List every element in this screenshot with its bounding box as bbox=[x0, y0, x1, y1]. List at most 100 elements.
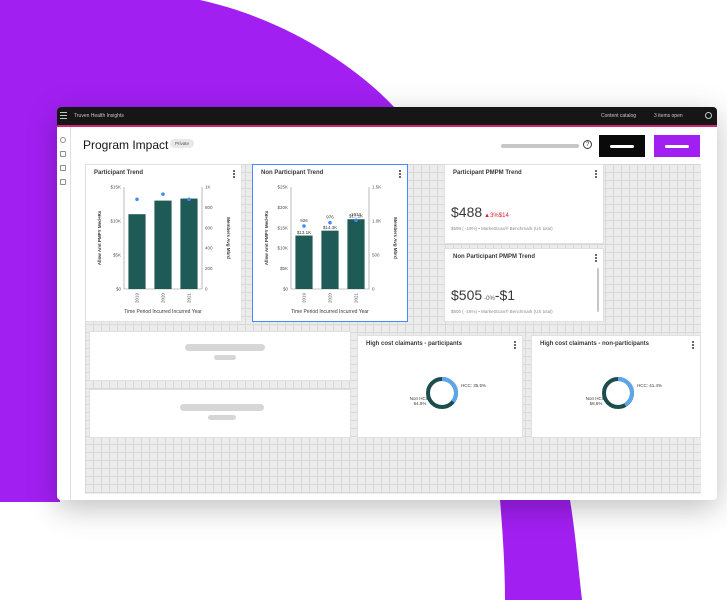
app-window: Truven Health Insights Content catalog 3… bbox=[57, 107, 717, 500]
y2-axis-label: Members Avg Mbrd bbox=[226, 217, 231, 259]
document-icon[interactable] bbox=[60, 179, 66, 185]
pmpm-delta-value: -$1 bbox=[494, 287, 516, 303]
y-tick-label: $25K bbox=[277, 185, 288, 190]
y2-tick-label: 0 bbox=[372, 287, 375, 292]
y2-tick-label: 1.0K bbox=[372, 219, 381, 224]
top-bar: Truven Health Insights Content catalog 3… bbox=[57, 107, 717, 125]
y-tick-label: $10K bbox=[110, 219, 121, 224]
card-title: Participant PMPM Trend bbox=[453, 170, 522, 176]
card-hcc-participants[interactable]: High cost claimants - participants HCC: … bbox=[357, 335, 523, 438]
data-point bbox=[354, 218, 358, 222]
y2-tick-label: 400 bbox=[205, 246, 213, 251]
point-data-label: 926 bbox=[300, 218, 308, 223]
hcc-participants-donut: HCC: 35.5%Non HCC:64.5% bbox=[410, 377, 486, 409]
benchmark-text: $598 ( -19%) • MarketScan® Benchmark (US… bbox=[451, 226, 553, 231]
card-participant-trend[interactable]: Participant Trend $0 $5K $10K $15K 0 200 400 60… bbox=[85, 164, 242, 322]
y-tick-label: $5K bbox=[113, 253, 121, 258]
home-icon[interactable] bbox=[60, 137, 66, 143]
loading-bar bbox=[214, 355, 236, 360]
main-content: Program Impact Private ? Participant Tre… bbox=[71, 127, 717, 500]
pmpm-amount: $505 bbox=[451, 287, 483, 303]
slice-label-hcc: HCC: 35.5% bbox=[461, 383, 486, 388]
items-open-link[interactable]: 3 items open bbox=[654, 113, 683, 119]
pmpm-value: $488 ▲3%$14 bbox=[451, 204, 509, 220]
card-loading-placeholder bbox=[89, 331, 351, 381]
y2-axis-label: Members Avg Mbrd bbox=[393, 217, 398, 259]
non-participant-trend-chart: $0 $5K $10K $15K $20K $25K 0 500 1.0K 1.5K 2019 $13… bbox=[264, 185, 398, 316]
overflow-menu-icon[interactable] bbox=[595, 254, 597, 263]
point-data-label: 976 bbox=[326, 215, 334, 220]
y2-tick-label: 600 bbox=[205, 225, 213, 230]
card-title: Non Participant PMPM Trend bbox=[453, 254, 536, 260]
pmpm-value: $505 -0%-$1 bbox=[451, 287, 515, 303]
primary-purple-button[interactable] bbox=[654, 135, 700, 157]
database-icon[interactable] bbox=[60, 165, 66, 171]
pmpm-delta: -0% bbox=[484, 296, 495, 302]
x-tick-label: 2020 bbox=[328, 293, 333, 304]
data-point bbox=[135, 197, 139, 202]
primary-dark-button[interactable] bbox=[599, 135, 645, 157]
card-non-participant-trend[interactable]: Non Participant Trend $0 $5K $10K $15K $20K $… bbox=[252, 164, 408, 322]
y-tick-label: $10K bbox=[277, 246, 288, 251]
loading-placeholder bbox=[501, 144, 579, 148]
x-tick-label: 2020 bbox=[161, 293, 166, 304]
overflow-menu-icon[interactable] bbox=[595, 170, 597, 179]
card-participant-pmpm[interactable]: Participant PMPM Trend $488 ▲3%$14 $598 (… bbox=[444, 164, 604, 244]
data-point bbox=[328, 220, 332, 225]
bar bbox=[180, 198, 198, 289]
y2-tick-label: 500 bbox=[372, 253, 380, 258]
bar bbox=[321, 230, 339, 289]
help-icon[interactable]: ? bbox=[583, 140, 592, 149]
point-data-label: 1013 bbox=[351, 212, 362, 217]
y-tick-label: $15K bbox=[277, 225, 288, 230]
y2-tick-label: 200 bbox=[205, 266, 213, 271]
x-tick-label: 2021 bbox=[354, 293, 359, 304]
card-hcc-non-participants[interactable]: High cost claimants - non-participants H… bbox=[531, 335, 701, 438]
data-point bbox=[187, 197, 191, 202]
bar-data-label: $14.3K bbox=[323, 225, 337, 230]
bar bbox=[128, 214, 146, 289]
y-tick-label: $0 bbox=[116, 287, 122, 292]
slice-label-hcc: HCC: 41.4% bbox=[637, 383, 662, 388]
x-axis-label: Time Period Incurred Incurred Year bbox=[291, 309, 369, 315]
pmpm-delta: ▲3%$14 bbox=[484, 213, 509, 219]
x-tick-label: 2021 bbox=[187, 293, 192, 304]
bar bbox=[295, 235, 313, 289]
menu-icon[interactable] bbox=[60, 112, 67, 120]
loading-bar bbox=[208, 415, 236, 420]
y-tick-label: $15K bbox=[110, 185, 121, 190]
y-tick-label: $5K bbox=[280, 266, 288, 271]
y2-tick-label: 1.5K bbox=[372, 185, 381, 190]
bar-data-label: $13.1K bbox=[297, 230, 311, 235]
card-loading-placeholder bbox=[89, 389, 351, 438]
dashboard-grid: Participant Trend $0 $5K $10K $15K 0 200 400 60… bbox=[85, 164, 701, 494]
y-tick-label: $20K bbox=[277, 205, 288, 210]
x-tick-label: 2019 bbox=[302, 293, 307, 304]
y-tick-label: $0 bbox=[283, 287, 289, 292]
slice-value-non-hcc: 64.5% bbox=[414, 401, 427, 406]
data-point bbox=[161, 192, 165, 196]
y2-tick-label: 800 bbox=[205, 205, 213, 210]
bar bbox=[347, 219, 365, 289]
app-title: Truven Health Insights bbox=[74, 113, 124, 119]
slice-value-non-hcc: 58.6% bbox=[590, 401, 603, 406]
user-icon[interactable] bbox=[705, 112, 712, 119]
card-non-participant-pmpm[interactable]: Non Participant PMPM Trend $505 -0%-$1 $6… bbox=[444, 248, 604, 322]
pmpm-amount: $488 bbox=[451, 204, 483, 220]
loading-bar bbox=[185, 344, 265, 351]
x-tick-label: 2019 bbox=[135, 293, 140, 304]
scrollbar[interactable] bbox=[597, 268, 599, 312]
bar bbox=[154, 200, 172, 289]
loading-bar bbox=[180, 404, 264, 411]
data-point bbox=[302, 224, 306, 228]
content-catalog-link[interactable]: Content catalog bbox=[601, 113, 636, 119]
private-badge: Private bbox=[170, 139, 195, 148]
benchmark-text: $600 ( -16%) • MarketScan® Benchmark (US… bbox=[451, 309, 553, 314]
x-axis-label: Time Period Incurred Incurred Year bbox=[124, 309, 202, 315]
dashboard-icon[interactable] bbox=[60, 151, 66, 157]
y-axis-label: Allow Amt PMPY Med+Rx bbox=[97, 210, 102, 265]
participant-trend-chart: $0 $5K $10K $15K 0 200 400 600 800 1K 2019 2020 2021… bbox=[97, 185, 231, 316]
y2-tick-label: 0 bbox=[205, 287, 208, 292]
left-nav bbox=[57, 127, 71, 500]
page-title: Program Impact bbox=[83, 138, 169, 152]
